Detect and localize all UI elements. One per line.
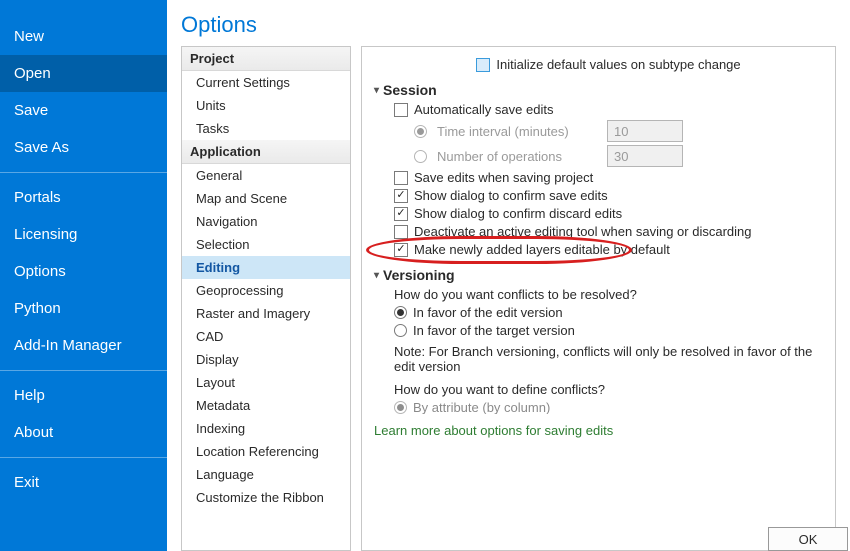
category-item[interactable]: Geoprocessing bbox=[182, 279, 350, 302]
radio-num-ops[interactable] bbox=[414, 150, 427, 163]
input-time-interval[interactable] bbox=[607, 120, 683, 142]
category-group-header: Project bbox=[182, 47, 350, 71]
filemenu-item[interactable]: Python bbox=[0, 290, 167, 327]
category-item[interactable]: Units bbox=[182, 94, 350, 117]
session-header-label: Session bbox=[383, 82, 437, 98]
category-item[interactable]: Selection bbox=[182, 233, 350, 256]
options-content: Initialize default values on subtype cha… bbox=[361, 46, 836, 551]
category-item[interactable]: Customize the Ribbon bbox=[182, 486, 350, 509]
link-learn-more[interactable]: Learn more about options for saving edit… bbox=[374, 423, 613, 438]
category-item[interactable]: Map and Scene bbox=[182, 187, 350, 210]
category-item[interactable]: CAD bbox=[182, 325, 350, 348]
label-confirm-discard: Show dialog to confirm discard edits bbox=[414, 206, 622, 221]
chevron-down-icon: ▾ bbox=[374, 85, 379, 96]
filemenu-item[interactable]: Licensing bbox=[0, 216, 167, 253]
filemenu-item[interactable]: About bbox=[0, 414, 167, 451]
label-time-interval: Time interval (minutes) bbox=[437, 124, 597, 139]
category-item[interactable]: Current Settings bbox=[182, 71, 350, 94]
label-deactivate-tool: Deactivate an active editing tool when s… bbox=[414, 224, 751, 239]
label-auto-save: Automatically save edits bbox=[414, 102, 553, 117]
label-make-editable: Make newly added layers editable by defa… bbox=[414, 242, 670, 257]
checkbox-confirm-save[interactable] bbox=[394, 189, 408, 203]
radio-favor-target[interactable] bbox=[394, 324, 407, 337]
filemenu-item[interactable]: Portals bbox=[0, 179, 167, 216]
filemenu-item[interactable]: Save As bbox=[0, 129, 167, 166]
menu-separator bbox=[0, 457, 167, 458]
label-confirm-save: Show dialog to confirm save edits bbox=[414, 188, 608, 203]
input-num-ops[interactable] bbox=[607, 145, 683, 167]
filemenu-item[interactable]: Exit bbox=[0, 464, 167, 501]
menu-separator bbox=[0, 370, 167, 371]
label-conflict-q1: How do you want conflicts to be resolved… bbox=[394, 287, 637, 302]
page-title: Options bbox=[167, 0, 850, 46]
checkbox-save-on-save[interactable] bbox=[394, 171, 408, 185]
checkbox-make-editable[interactable] bbox=[394, 243, 408, 257]
filemenu-item[interactable]: New bbox=[0, 18, 167, 55]
category-item[interactable]: Metadata bbox=[182, 394, 350, 417]
checkbox-confirm-discard[interactable] bbox=[394, 207, 408, 221]
checkbox-init-default[interactable] bbox=[476, 58, 490, 72]
radio-time-interval[interactable] bbox=[414, 125, 427, 138]
ok-button[interactable]: OK bbox=[768, 527, 848, 551]
filemenu-item[interactable]: Open bbox=[0, 55, 167, 92]
category-item[interactable]: General bbox=[182, 164, 350, 187]
filemenu-item[interactable]: Help bbox=[0, 377, 167, 414]
category-item[interactable]: Display bbox=[182, 348, 350, 371]
radio-favor-edit[interactable] bbox=[394, 306, 407, 319]
category-item[interactable]: Navigation bbox=[182, 210, 350, 233]
category-item[interactable]: Language bbox=[182, 463, 350, 486]
session-header[interactable]: ▾ Session bbox=[374, 82, 823, 98]
category-group-header: Application bbox=[182, 140, 350, 164]
filemenu-item[interactable]: Add-In Manager bbox=[0, 327, 167, 364]
label-branch-note: Note: For Branch versioning, conflicts w… bbox=[374, 344, 823, 374]
category-item[interactable]: Layout bbox=[182, 371, 350, 394]
versioning-header[interactable]: ▾ Versioning bbox=[374, 267, 823, 283]
chevron-down-icon: ▾ bbox=[374, 270, 379, 281]
radio-by-attribute[interactable] bbox=[394, 401, 407, 414]
options-categories: ProjectCurrent SettingsUnitsTasksApplica… bbox=[181, 46, 351, 551]
checkbox-auto-save[interactable] bbox=[394, 103, 408, 117]
label-init-default: Initialize default values on subtype cha… bbox=[496, 57, 740, 72]
category-item[interactable]: Indexing bbox=[182, 417, 350, 440]
dialog-buttons: OK bbox=[768, 527, 850, 551]
category-item[interactable]: Location Referencing bbox=[182, 440, 350, 463]
checkbox-deactivate-tool[interactable] bbox=[394, 225, 408, 239]
versioning-header-label: Versioning bbox=[383, 267, 455, 283]
category-item[interactable]: Raster and Imagery bbox=[182, 302, 350, 325]
options-page: Options ProjectCurrent SettingsUnitsTask… bbox=[167, 0, 850, 551]
menu-separator bbox=[0, 172, 167, 173]
category-item[interactable]: Editing bbox=[182, 256, 350, 279]
file-menu: NewOpenSaveSave As PortalsLicensingOption… bbox=[0, 0, 167, 551]
filemenu-item[interactable]: Save bbox=[0, 92, 167, 129]
label-by-attribute: By attribute (by column) bbox=[413, 400, 550, 414]
label-favor-target: In favor of the target version bbox=[413, 323, 575, 338]
label-favor-edit: In favor of the edit version bbox=[413, 305, 563, 320]
label-conflict-q2: How do you want to define conflicts? bbox=[394, 382, 605, 397]
label-save-on-save: Save edits when saving project bbox=[414, 170, 593, 185]
filemenu-item[interactable]: Options bbox=[0, 253, 167, 290]
category-item[interactable]: Tasks bbox=[182, 117, 350, 140]
label-num-ops: Number of operations bbox=[437, 149, 597, 164]
